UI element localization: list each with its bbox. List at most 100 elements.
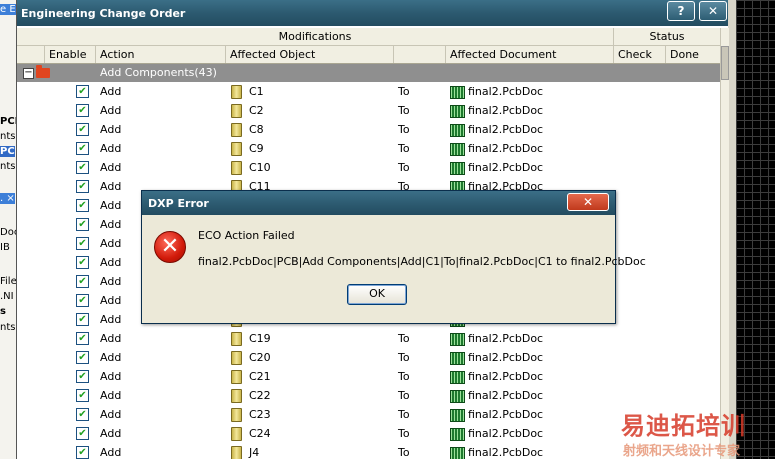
pcb-document-icon (450, 371, 465, 384)
affected-object-cell: C2 (249, 104, 264, 117)
action-cell: Add (100, 85, 122, 98)
affected-document-cell: final2.PcbDoc (468, 446, 544, 459)
component-icon (231, 332, 242, 346)
help-button[interactable]: ? (667, 1, 695, 21)
left-panel-fragment: PCI (0, 116, 17, 127)
col-action[interactable]: Action (96, 46, 226, 63)
eco-titlebar[interactable]: Engineering Change Order ? ✕ (17, 0, 728, 26)
enable-checkbox[interactable]: ✔ (76, 142, 89, 155)
to-cell: To (398, 142, 410, 155)
table-row[interactable]: ✔ Add C1 To final2.PcbDoc (17, 82, 720, 101)
affected-object-cell: C24 (249, 427, 271, 440)
col-done[interactable]: Done (666, 46, 720, 63)
left-panel-fragment: PC (0, 146, 15, 157)
affected-object-cell: C20 (249, 351, 271, 364)
watermark: 易迪拓培训 射频和天线设计专家 (621, 406, 775, 459)
column-header-row: Enable Action Affected Object Affected D… (17, 46, 720, 64)
watermark-logo-text: 易迪拓培训 (621, 412, 746, 440)
affected-document-cell: final2.PcbDoc (468, 332, 544, 345)
col-check[interactable]: Check (614, 46, 666, 63)
enable-checkbox[interactable]: ✔ (76, 85, 89, 98)
dialog-close-button[interactable]: ✕ (567, 193, 609, 211)
left-panel-fragment: nts (0, 322, 16, 333)
action-cell: Add (100, 123, 122, 136)
enable-checkbox[interactable]: ✔ (76, 294, 89, 307)
component-icon (231, 104, 242, 118)
table-row[interactable]: ✔ Add C19 To final2.PcbDoc (17, 329, 720, 348)
enable-checkbox[interactable]: ✔ (76, 161, 89, 174)
table-row[interactable]: ✔ Add C8 To final2.PcbDoc (17, 120, 720, 139)
close-window-button[interactable]: ✕ (699, 1, 727, 21)
pcb-document-icon (450, 409, 465, 422)
dialog-titlebar[interactable]: DXP Error ✕ (142, 191, 615, 215)
enable-checkbox[interactable]: ✔ (76, 408, 89, 421)
col-affected-document[interactable]: Affected Document (446, 46, 614, 63)
folder-icon (36, 65, 50, 78)
col-affected-object[interactable]: Affected Object (226, 46, 394, 63)
action-cell: Add (100, 389, 122, 402)
left-panel-fragment: e E (0, 4, 16, 15)
action-cell: Add (100, 275, 122, 288)
collapse-icon[interactable]: − (23, 68, 34, 79)
enable-checkbox[interactable]: ✔ (76, 199, 89, 212)
enable-checkbox[interactable]: ✔ (76, 389, 89, 402)
col-to[interactable] (394, 46, 446, 63)
enable-checkbox[interactable]: ✔ (76, 104, 89, 117)
enable-checkbox[interactable]: ✔ (76, 313, 89, 326)
affected-document-cell: final2.PcbDoc (468, 161, 544, 174)
col-expand (17, 46, 45, 63)
component-icon (231, 123, 242, 137)
affected-document-cell: final2.PcbDoc (468, 370, 544, 383)
eco-window-title: Engineering Change Order (21, 7, 186, 20)
group-label: Add Components(43) (100, 66, 217, 79)
to-cell: To (398, 161, 410, 174)
to-cell: To (398, 351, 410, 364)
affected-object-cell: C23 (249, 408, 271, 421)
table-row[interactable]: ✔ Add C9 To final2.PcbDoc (17, 139, 720, 158)
pcb-document-icon (450, 447, 465, 459)
vertical-scrollbar[interactable] (720, 28, 729, 459)
component-icon (231, 370, 242, 384)
affected-object-cell: C22 (249, 389, 271, 402)
enable-checkbox[interactable]: ✔ (76, 218, 89, 231)
table-row[interactable]: ✔ Add C20 To final2.PcbDoc (17, 348, 720, 367)
enable-checkbox[interactable]: ✔ (76, 123, 89, 136)
table-row[interactable]: ✔ Add C2 To final2.PcbDoc (17, 101, 720, 120)
affected-document-cell: final2.PcbDoc (468, 104, 544, 117)
group-row-add-components[interactable]: − Add Components(43) (17, 64, 720, 82)
enable-checkbox[interactable]: ✔ (76, 332, 89, 345)
component-icon (231, 427, 242, 441)
pcb-document-icon (450, 352, 465, 365)
watermark-tagline: 射频和天线设计专家 (623, 444, 741, 459)
table-row[interactable]: ✔ Add C23 To final2.PcbDoc (17, 405, 720, 424)
action-cell: Add (100, 427, 122, 440)
to-cell: To (398, 408, 410, 421)
pcb-document-icon (450, 390, 465, 403)
action-cell: Add (100, 408, 122, 421)
enable-checkbox[interactable]: ✔ (76, 275, 89, 288)
pcb-canvas[interactable] (736, 0, 775, 459)
enable-checkbox[interactable]: ✔ (76, 256, 89, 269)
component-icon (231, 389, 242, 403)
to-cell: To (398, 332, 410, 345)
table-row[interactable]: ✔ Add C24 To final2.PcbDoc (17, 424, 720, 443)
table-row[interactable]: ✔ Add J4 To final2.PcbDoc (17, 443, 720, 459)
enable-checkbox[interactable]: ✔ (76, 180, 89, 193)
ok-button[interactable]: OK (347, 284, 407, 305)
col-enable[interactable]: Enable (45, 46, 96, 63)
table-row[interactable]: ✔ Add C22 To final2.PcbDoc (17, 386, 720, 405)
enable-checkbox[interactable]: ✔ (76, 237, 89, 250)
table-row[interactable]: ✔ Add C21 To final2.PcbDoc (17, 367, 720, 386)
enable-checkbox[interactable]: ✔ (76, 370, 89, 383)
scrollbar-thumb[interactable] (721, 46, 729, 80)
left-panel-fragment: . × (0, 193, 15, 204)
pcb-document-icon (450, 333, 465, 346)
action-cell: Add (100, 237, 122, 250)
affected-document-cell: final2.PcbDoc (468, 351, 544, 364)
enable-checkbox[interactable]: ✔ (76, 351, 89, 364)
action-cell: Add (100, 313, 122, 326)
dialog-title: DXP Error (148, 197, 209, 210)
enable-checkbox[interactable]: ✔ (76, 446, 89, 459)
table-row[interactable]: ✔ Add C10 To final2.PcbDoc (17, 158, 720, 177)
enable-checkbox[interactable]: ✔ (76, 427, 89, 440)
